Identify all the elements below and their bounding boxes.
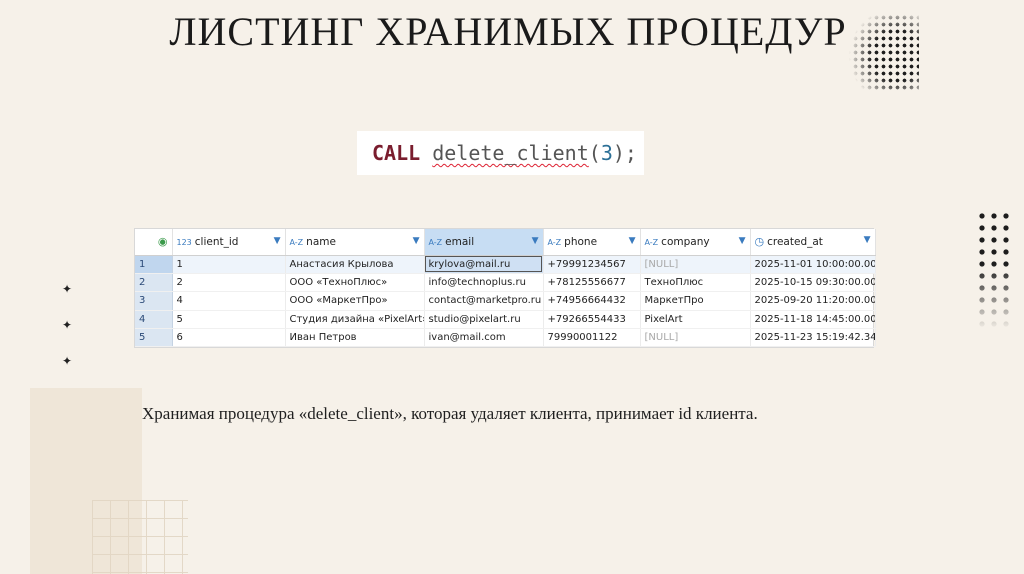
sql-open-paren: ( — [588, 141, 601, 165]
column-header-email[interactable]: A-Z email ▼ — [424, 229, 544, 256]
column-header-name[interactable]: A-Z name ▼ — [285, 229, 425, 256]
cell-name[interactable]: Иван Петров — [285, 328, 425, 348]
cell-company[interactable]: ТехноПлюс — [640, 273, 751, 293]
star-icon: ✦ — [62, 318, 73, 332]
table-row[interactable]: 1 1 Анастасия Крылова krylova@mail.ru +7… — [135, 255, 876, 274]
cell-created-at[interactable]: 2025-11-18 14:45:00.000 — [750, 310, 876, 330]
cell-client-id[interactable]: 4 — [172, 291, 286, 311]
header-row: ◉ 123 client_id ▼ A-Z name ▼ A-Z email ▼ A-Z ph… — [135, 229, 876, 256]
sql-argument: 3 — [600, 141, 613, 165]
sql-code-snippet: CALL delete_client(3); — [357, 131, 644, 175]
decorative-dots-right — [976, 210, 1012, 330]
row-number[interactable]: 3 — [135, 291, 173, 311]
row-number[interactable]: 1 — [135, 255, 173, 274]
cell-phone[interactable]: +78125556677 — [543, 273, 641, 293]
row-number[interactable]: 2 — [135, 273, 173, 293]
result-grid: ◉ 123 client_id ▼ A-Z name ▼ A-Z email ▼ A-Z ph… — [134, 228, 876, 348]
row-number[interactable]: 5 — [135, 328, 173, 348]
text-type-icon: A-Z — [644, 237, 659, 247]
cell-created-at[interactable]: 2025-10-15 09:30:00.000 — [750, 273, 876, 293]
cell-client-id[interactable]: 2 — [172, 273, 286, 293]
cell-company[interactable]: МаркетПро — [640, 291, 751, 311]
cell-phone[interactable]: +79991234567 — [543, 255, 641, 274]
datetime-type-icon: ◷ — [754, 235, 765, 249]
star-icon: ✦ — [62, 354, 73, 368]
cell-name[interactable]: Анастасия Крылова — [285, 255, 425, 274]
row-number[interactable]: 4 — [135, 310, 173, 330]
numeric-type-icon: 123 — [176, 237, 192, 247]
sort-arrow-icon[interactable]: ▼ — [739, 236, 746, 246]
table-row[interactable]: 2 2 ООО «ТехноПлюс» info@technoplus.ru +… — [135, 273, 876, 293]
sort-arrow-icon[interactable]: ▼ — [274, 236, 281, 246]
sql-close: ); — [612, 141, 637, 165]
result-table: ◉ 123 client_id ▼ A-Z name ▼ A-Z email ▼ A-Z ph… — [135, 229, 876, 348]
column-header-client-id[interactable]: 123 client_id ▼ — [172, 229, 286, 256]
sql-keyword: CALL — [372, 141, 421, 165]
cell-name[interactable]: ООО «МаркетПро» — [285, 291, 425, 311]
sort-arrow-icon[interactable]: ▼ — [413, 236, 420, 246]
cell-company[interactable]: [NULL] — [640, 255, 751, 274]
text-type-icon: A-Z — [547, 237, 562, 247]
cell-email[interactable]: ivan@mail.com — [424, 328, 544, 348]
cell-name[interactable]: Студия дизайна «PixelArt» — [285, 310, 425, 330]
table-row[interactable]: 3 4 ООО «МаркетПро» contact@marketpro.ru… — [135, 291, 876, 311]
cell-client-id[interactable]: 1 — [172, 255, 286, 274]
cell-created-at[interactable]: 2025-11-01 10:00:00.000 — [750, 255, 876, 274]
sort-arrow-icon[interactable]: ▼ — [532, 236, 539, 246]
cell-email-selected[interactable]: krylova@mail.ru — [424, 255, 544, 274]
text-type-icon: A-Z — [289, 237, 304, 247]
cell-phone[interactable]: 79990001122 — [543, 328, 641, 348]
cell-email[interactable]: studio@pixelart.ru — [424, 310, 544, 330]
cell-created-at[interactable]: 2025-09-20 11:20:00.000 — [750, 291, 876, 311]
column-header-company[interactable]: A-Z company ▼ — [640, 229, 751, 256]
select-all-icon[interactable]: ◉ — [158, 235, 168, 248]
decorative-grid — [92, 500, 188, 574]
cell-client-id[interactable]: 6 — [172, 328, 286, 348]
decorative-dots-top — [845, 14, 919, 90]
cell-email[interactable]: contact@marketpro.ru — [424, 291, 544, 311]
column-header-created-at[interactable]: ◷ created_at ▼ — [750, 229, 876, 256]
row-selector-header[interactable]: ◉ — [135, 229, 173, 256]
cell-phone[interactable]: +74956664432 — [543, 291, 641, 311]
star-icon: ✦ — [62, 282, 73, 296]
cell-phone[interactable]: +79266554433 — [543, 310, 641, 330]
column-header-phone[interactable]: A-Z phone ▼ — [543, 229, 641, 256]
cell-client-id[interactable]: 5 — [172, 310, 286, 330]
cell-name[interactable]: ООО «ТехноПлюс» — [285, 273, 425, 293]
sort-arrow-icon[interactable]: ▼ — [629, 236, 636, 246]
decorative-stars: ✦ ✦ ✦ — [62, 282, 76, 390]
text-type-icon: A-Z — [428, 237, 443, 247]
slide-caption: Хранимая процедура «delete_client», кото… — [142, 404, 758, 423]
cell-company[interactable]: PixelArt — [640, 310, 751, 330]
table-row[interactable]: 5 6 Иван Петров ivan@mail.com 7999000112… — [135, 328, 876, 348]
sort-arrow-icon[interactable]: ▼ — [864, 235, 871, 245]
table-row[interactable]: 4 5 Студия дизайна «PixelArt» studio@pix… — [135, 310, 876, 330]
cell-created-at[interactable]: 2025-11-23 15:19:42.343 — [750, 328, 876, 348]
cell-company[interactable]: [NULL] — [640, 328, 751, 348]
sql-function-name: delete_client — [432, 141, 589, 165]
cell-email[interactable]: info@technoplus.ru — [424, 273, 544, 293]
